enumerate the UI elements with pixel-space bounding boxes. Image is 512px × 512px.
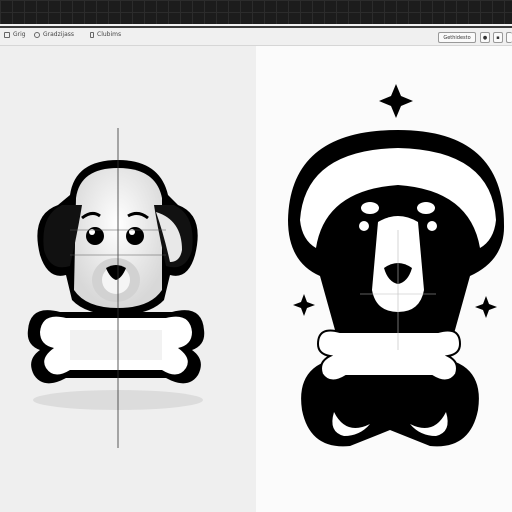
- right-dog-eye-left: [359, 221, 369, 231]
- right-dog-brow-right: [417, 202, 435, 214]
- right-dog-brow-left: [361, 202, 379, 214]
- right-dog-eye-right: [427, 221, 437, 231]
- sparkle-icon-left: [293, 294, 315, 316]
- right-bone: [316, 329, 462, 382]
- sparkle-icon-right: [475, 296, 497, 318]
- right-dog-illustration: [288, 84, 505, 447]
- sparkle-icon-top: [379, 84, 413, 118]
